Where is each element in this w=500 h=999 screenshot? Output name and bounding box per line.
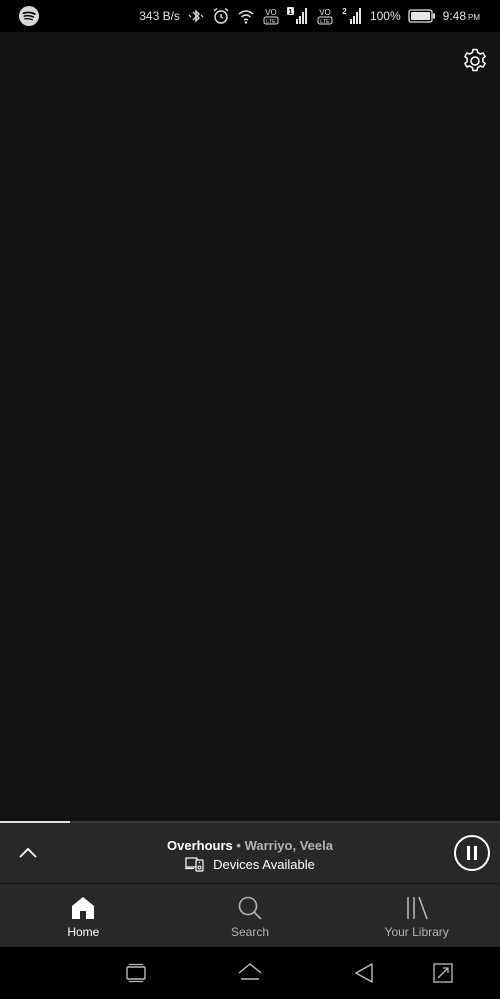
nav-search[interactable]: Search — [167, 884, 334, 947]
expand-player-button[interactable] — [14, 839, 42, 867]
nav-library[interactable]: Your Library — [333, 884, 500, 947]
svg-text:LTE: LTE — [266, 19, 276, 25]
nav-home-label: Home — [67, 925, 100, 939]
title-separator: • — [232, 838, 245, 853]
connect-devices[interactable]: Devices Available — [60, 856, 440, 872]
track-artists: Warriyo, Veela — [244, 838, 333, 853]
expand-screen-button[interactable] — [430, 961, 456, 985]
bluetooth-icon — [187, 8, 205, 24]
pause-button[interactable] — [454, 835, 490, 871]
track-title-line: Overhours • Warriyo, Veela — [60, 838, 440, 853]
sim2-signal-icon: 2 — [341, 6, 363, 26]
now-playing-bar[interactable]: Overhours • Warriyo, Veela Devices Avail… — [0, 823, 500, 883]
home-content — [0, 32, 500, 821]
gear-icon — [464, 48, 486, 72]
alarm-icon — [212, 7, 230, 25]
volte-icon: VO LTE — [262, 6, 280, 26]
track-title: Overhours — [167, 838, 233, 853]
wifi-icon — [237, 7, 255, 25]
svg-text:2: 2 — [342, 7, 347, 16]
nav-search-label: Search — [230, 925, 270, 939]
chevron-up-icon — [19, 847, 37, 858]
svg-text:VO: VO — [265, 8, 277, 17]
svg-text:1: 1 — [288, 9, 292, 16]
bottom-nav: Home Search Your Library — [0, 884, 500, 947]
settings-button[interactable] — [460, 46, 490, 76]
volte-icon-2: VO LTE — [316, 6, 334, 26]
network-speed: 343 B/s — [139, 9, 180, 23]
spotify-notification-icon — [18, 5, 40, 32]
nav-home[interactable]: Home — [0, 884, 167, 947]
devices-available-label: Devices Available — [213, 856, 315, 872]
svg-text:LTE: LTE — [320, 19, 330, 25]
recents-button[interactable] — [123, 961, 149, 985]
home-icon — [72, 897, 95, 919]
back-button[interactable] — [351, 961, 377, 985]
back-triangle-icon — [355, 963, 373, 983]
nav-library-label: Your Library — [384, 925, 449, 939]
track-info[interactable]: Overhours • Warriyo, Veela Devices Avail… — [60, 838, 440, 872]
status-bar: 343 B/s VO LTE 1 VO LTE 2 100% 9:48 PM — [0, 0, 500, 32]
battery-icon — [407, 9, 436, 23]
library-icon — [406, 896, 428, 920]
sim1-signal-icon: 1 — [286, 6, 309, 26]
battery-percent: 100% — [369, 9, 401, 23]
clock: 9:48 PM — [442, 9, 480, 23]
home-system-button[interactable] — [237, 961, 263, 985]
search-icon — [238, 896, 262, 920]
fullscreen-icon — [433, 963, 453, 983]
home-outline-icon — [238, 963, 262, 980]
recents-icon — [126, 963, 146, 983]
svg-text:VO: VO — [319, 8, 331, 17]
pause-icon — [467, 846, 477, 860]
devices-icon — [185, 857, 204, 872]
system-nav-bar — [0, 947, 500, 999]
